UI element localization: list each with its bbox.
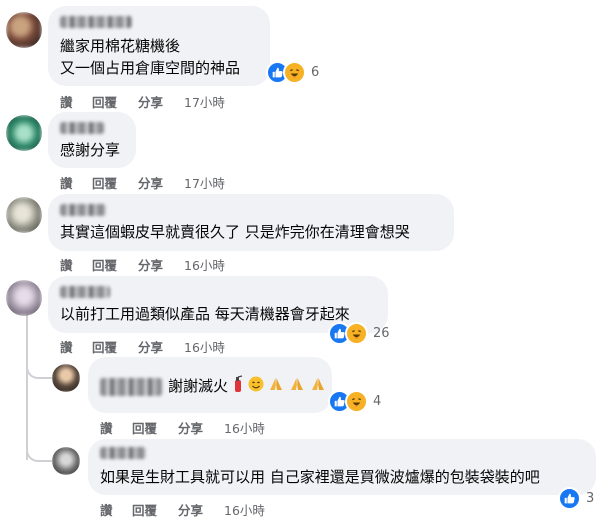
author-name[interactable]: [60, 122, 104, 134]
timestamp[interactable]: 16小時: [224, 500, 265, 519]
timestamp[interactable]: 16小時: [184, 255, 225, 274]
comment-bubble: 感謝分享: [48, 112, 136, 168]
comment-text: 繼家用棉花糖機後: [60, 37, 181, 55]
reply-bubble: 如果是生財工具就可以用 自己家裡還是買微波爐爆的包裝袋裝的吧: [88, 439, 596, 495]
avatar[interactable]: [6, 197, 42, 233]
avatar-image: [6, 197, 42, 233]
avatar-image: [6, 12, 42, 48]
reaction-count: 6: [311, 64, 320, 80]
reply-button[interactable]: 回覆: [92, 173, 138, 192]
avatar-image: [6, 280, 42, 316]
author-name[interactable]: [60, 204, 106, 216]
comment-text: 感謝分享: [60, 141, 121, 159]
reaction-count: 4: [373, 393, 382, 409]
reaction-summary[interactable]: 6: [266, 60, 320, 84]
avatar[interactable]: [6, 280, 42, 316]
pray-emoji-icon: [268, 376, 284, 397]
timestamp[interactable]: 16小時: [224, 418, 265, 437]
share-button[interactable]: 分享: [178, 500, 224, 519]
pray-emoji-icon: [289, 376, 305, 397]
reaction-summary[interactable]: 4: [328, 389, 382, 413]
avatar-image: [6, 115, 42, 151]
like-reaction-icon: [558, 486, 581, 510]
reply-text: 謝謝滅火: [168, 377, 229, 395]
like-button[interactable]: 讚: [100, 500, 132, 519]
share-button[interactable]: 分享: [138, 255, 184, 274]
reply-button[interactable]: 回覆: [92, 337, 138, 356]
reaction-summary[interactable]: 3: [558, 486, 595, 510]
reply-bubble: 謝謝滅火: [88, 357, 332, 413]
reply-button[interactable]: 回覆: [92, 255, 138, 274]
timestamp[interactable]: 17小時: [184, 92, 225, 111]
thread-connector: [26, 438, 52, 462]
reply-actions: 讚回覆 分享 16小時: [100, 500, 265, 519]
comment-bubble: 其實這個蝦皮早就賣很久了 只是炸完你在清理會想哭: [48, 194, 454, 251]
timestamp[interactable]: 16小時: [184, 337, 225, 356]
comment-text: 又一個占用倉庫空間的神品: [60, 59, 241, 77]
comment-actions: 讚回覆 分享 16小時: [60, 255, 225, 274]
comment-text: 以前打工用過類似產品 每天清機器會牙起來: [60, 305, 350, 323]
thread-connector: [26, 355, 52, 379]
comment-bubble: 繼家用棉花糖機後 又一個占用倉庫空間的神品: [48, 6, 270, 86]
share-button[interactable]: 分享: [138, 92, 184, 111]
fire-extinguisher-icon: [233, 375, 243, 398]
share-button[interactable]: 分享: [138, 173, 184, 192]
reply-actions: 讚回覆 分享 16小時: [100, 418, 265, 437]
reaction-count: 26: [373, 325, 390, 341]
like-button[interactable]: 讚: [100, 418, 132, 437]
comment-actions: 讚回覆 分享 17小時: [60, 92, 225, 111]
haha-reaction-icon: [345, 389, 368, 413]
share-button[interactable]: 分享: [138, 337, 184, 356]
comment-text: 其實這個蝦皮早就賣很久了 只是炸完你在清理會想哭: [60, 223, 410, 241]
timestamp[interactable]: 17小時: [184, 173, 225, 192]
avatar[interactable]: [6, 115, 42, 151]
share-button[interactable]: 分享: [178, 418, 224, 437]
haha-reaction-icon: [345, 321, 368, 345]
comment-actions: 讚回覆 分享 17小時: [60, 173, 225, 192]
author-name[interactable]: [100, 377, 162, 396]
author-name[interactable]: [60, 16, 132, 28]
reply-text: 如果是生財工具就可以用 自己家裡還是買微波爐爆的包裝袋裝的吧: [100, 468, 540, 486]
haha-reaction-icon: [283, 60, 306, 84]
reaction-summary[interactable]: 26: [328, 321, 390, 345]
avatar-image: [52, 447, 80, 475]
reply-button[interactable]: 回覆: [132, 500, 178, 519]
reply-button[interactable]: 回覆: [92, 92, 138, 111]
reaction-count: 3: [586, 490, 595, 506]
like-button[interactable]: 讚: [60, 92, 92, 111]
avatar-image: [52, 364, 80, 392]
avatar[interactable]: [52, 364, 80, 392]
pray-emoji-icon: [310, 376, 326, 397]
reply-text-row: 謝謝滅火: [100, 375, 326, 398]
like-button[interactable]: 讚: [60, 173, 92, 192]
reply-button[interactable]: 回覆: [132, 418, 178, 437]
like-button[interactable]: 讚: [60, 255, 92, 274]
author-name[interactable]: [100, 447, 146, 459]
avatar[interactable]: [6, 12, 42, 48]
author-name[interactable]: [60, 286, 110, 298]
avatar[interactable]: [52, 447, 80, 475]
like-button[interactable]: 讚: [60, 337, 92, 356]
smile-emoji-icon: [248, 376, 264, 397]
comment-actions: 讚回覆 分享 16小時: [60, 337, 225, 356]
